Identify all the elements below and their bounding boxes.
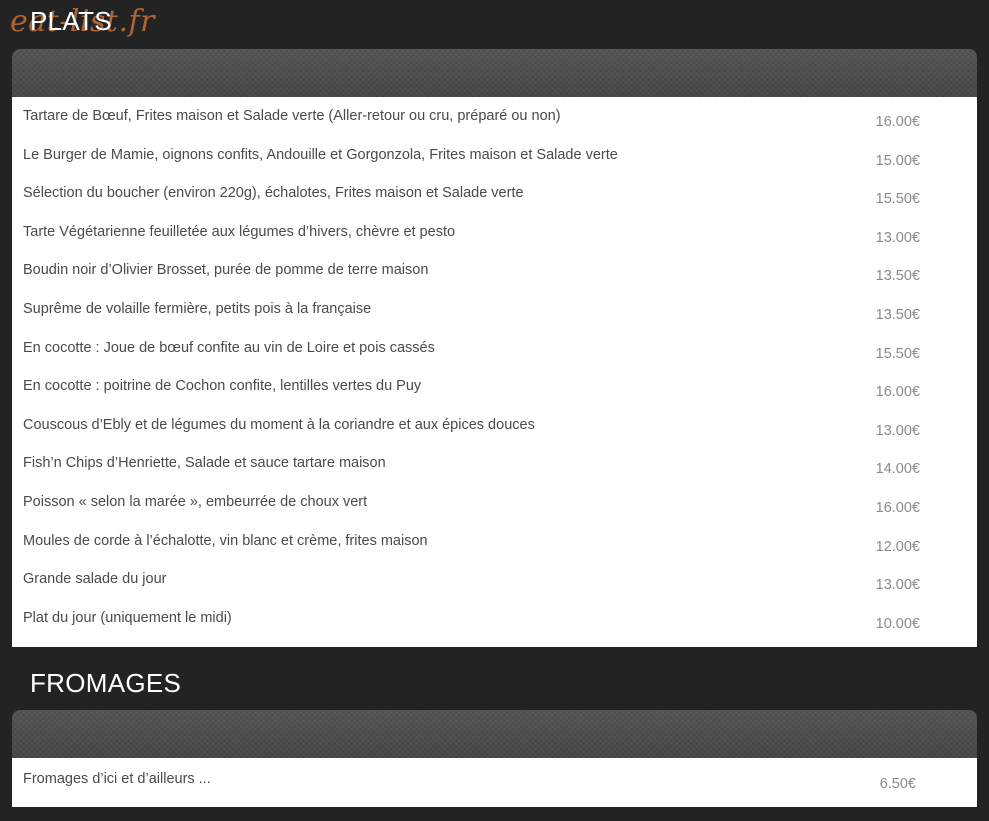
menu-item-name: Plat du jour (uniquement le midi) (23, 609, 232, 626)
menu-item-name: Fromages d’ici et d’ailleurs ... (23, 771, 211, 787)
menu-item-name: Tartare de Bœuf, Frites maison et Salade… (23, 108, 561, 124)
menu-item: Boudin noir d’Olivier Brosset, purée de … (12, 251, 977, 290)
menu-list-fromages: Fromages d’ici et d’ailleurs ... 6.50€ (12, 758, 977, 807)
menu-item-price: 10.00€ (875, 615, 920, 632)
menu-item-price: 13.00€ (875, 577, 920, 594)
menu-item-name: En cocotte : Joue de bœuf confite au vin… (23, 339, 435, 356)
panel-header (12, 710, 977, 758)
menu-item-price: 16.00€ (875, 384, 920, 401)
menu-item: Sélection du boucher (environ 220g), éch… (12, 174, 977, 213)
menu-item: Tartare de Bœuf, Frites maison et Salade… (12, 97, 977, 136)
menu-item-price: 13.00€ (875, 229, 920, 246)
menu-panel-plats: Tartare de Bœuf, Frites maison et Salade… (12, 49, 977, 647)
menu-item-price: 13.00€ (875, 422, 920, 439)
menu-item: Poisson « selon la marée », embeurrée de… (12, 483, 977, 522)
menu-item-price: 13.50€ (875, 306, 920, 323)
menu-item: Moules de corde à l’échalotte, vin blanc… (12, 522, 977, 561)
panel-header (12, 49, 977, 97)
menu-item-price: 16.00€ (875, 114, 920, 130)
menu-panel-fromages: Fromages d’ici et d’ailleurs ... 6.50€ (12, 710, 977, 807)
menu-item-name: Fish’n Chips d’Henriette, Salade et sauc… (23, 455, 386, 472)
menu-item-name: Poisson « selon la marée », embeurrée de… (23, 493, 368, 510)
menu-item-name: Sélection du boucher (environ 220g), éch… (23, 185, 524, 202)
menu-item-price: 16.00€ (875, 499, 920, 516)
menu-item-price: 15.50€ (875, 191, 920, 208)
menu-item-price: 14.00€ (875, 461, 920, 478)
menu-item-name: Le Burger de Mamie, oignons confits, And… (23, 146, 618, 163)
menu-item: Couscous d’Ebly et de légumes du moment … (12, 406, 977, 445)
menu-list-plats: Tartare de Bœuf, Frites maison et Salade… (12, 97, 977, 647)
menu-item-name: Suprême de volaille fermière, petits poi… (23, 300, 372, 317)
menu-item-name: Moules de corde à l’échalotte, vin blanc… (23, 532, 428, 549)
menu-item-price: 13.50€ (875, 268, 920, 285)
menu-item-name: Couscous d’Ebly et de légumes du moment … (23, 416, 535, 433)
menu-item-name: Tarte Végétarienne feuilletée aux légume… (23, 223, 456, 240)
menu-item: Suprême de volaille fermière, petits poi… (12, 290, 977, 329)
menu-item-price: 15.00€ (875, 152, 920, 169)
menu-item-name: Grande salade du jour (23, 571, 167, 588)
menu-item-name: En cocotte : poitrine de Cochon confite,… (23, 378, 422, 395)
section-title-fromages: FROMAGES (30, 668, 182, 698)
menu-item: Tarte Végétarienne feuilletée aux légume… (12, 213, 977, 252)
menu-item-name: Boudin noir d’Olivier Brosset, purée de … (23, 262, 429, 279)
menu-item: En cocotte : Joue de bœuf confite au vin… (12, 329, 977, 368)
menu-item: Fish’n Chips d’Henriette, Salade et sauc… (12, 444, 977, 483)
menu-item-price: 15.50€ (875, 345, 920, 362)
section-title-plats: PLATS (30, 6, 112, 36)
menu-item: Fromages d’ici et d’ailleurs ... 6.50€ (12, 758, 977, 797)
menu-item: Grande salade du jour 13.00€ (12, 560, 977, 599)
menu-item-price: 12.00€ (875, 538, 920, 555)
menu-item: Le Burger de Mamie, oignons confits, And… (12, 136, 977, 175)
menu-item-price: 6.50€ (879, 776, 916, 792)
menu-item: Plat du jour (uniquement le midi) 10.00€ (12, 599, 977, 638)
menu-item: En cocotte : poitrine de Cochon confite,… (12, 367, 977, 406)
